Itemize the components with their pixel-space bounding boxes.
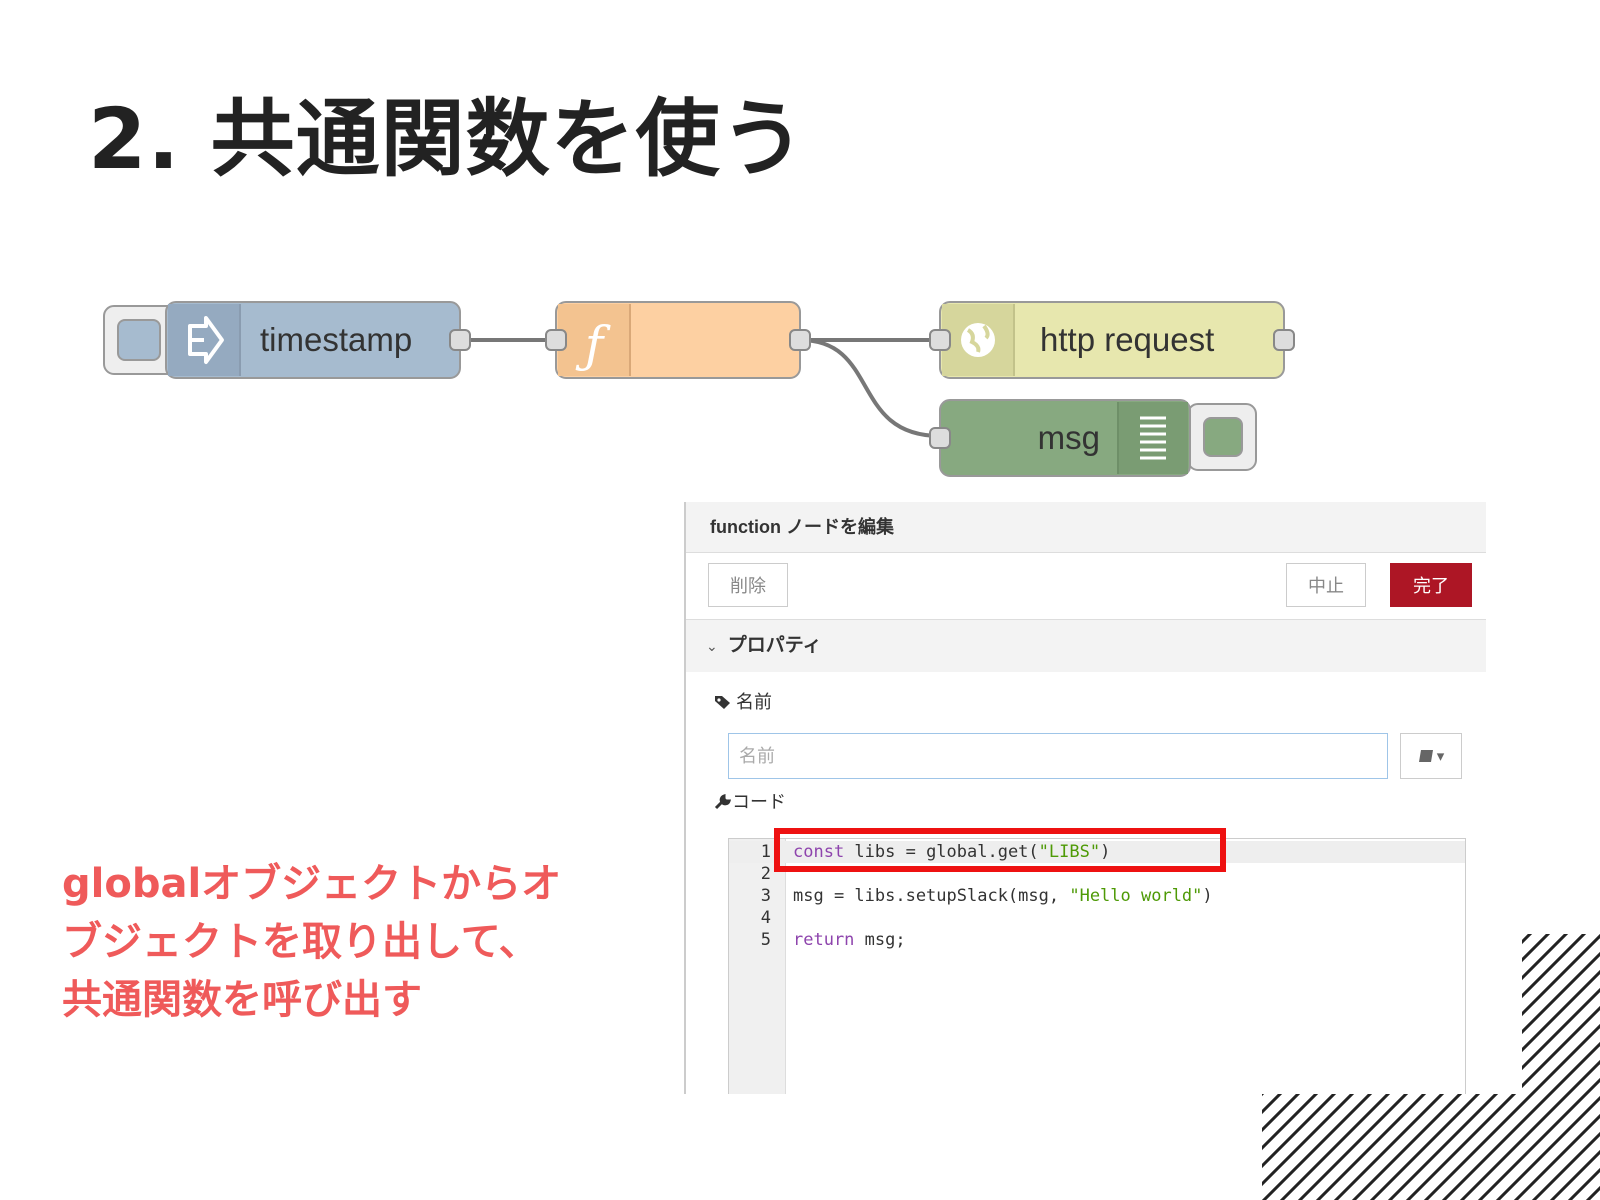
line-number: 1 [760, 842, 771, 862]
code-text: msg; [854, 930, 906, 950]
function-node[interactable]: ƒ [545, 301, 811, 379]
chevron-down-icon: ⌄ [706, 638, 718, 654]
line-number: 5 [760, 930, 771, 950]
code-string: "Hello world" [1069, 886, 1203, 906]
http-node-label: http request [1040, 321, 1214, 358]
caret-down-icon: ▾ [1436, 748, 1445, 765]
code-line[interactable]: 5 return msg; [729, 929, 1465, 951]
annotation-line: globalオブジェクトからオ [62, 861, 562, 907]
line-number: 3 [760, 886, 771, 906]
code-line[interactable]: 3 msg = libs.setupSlack(msg, "Hello worl… [729, 885, 1465, 907]
function-output-port[interactable] [789, 329, 811, 351]
code-label-text: コード [732, 792, 786, 812]
function-node-editor: function ノードを編集 削除 中止 完了 ⌄ プロパティ 名前 名前 ▾ … [684, 502, 1486, 1094]
code-label: コード [714, 788, 786, 814]
properties-section-header[interactable]: ⌄ プロパティ [686, 620, 1486, 672]
function-input-port[interactable] [545, 329, 567, 351]
code-editor[interactable]: 1 const libs = global.get("LIBS") 2 3 ms… [728, 838, 1466, 1094]
editor-button-row: 削除 中止 完了 [686, 553, 1486, 620]
inject-node[interactable]: timestamp [103, 301, 471, 379]
http-request-node[interactable]: http request [929, 301, 1295, 379]
annotation-text: globalオブジェクトからオ ブジェクトを取り出して、 共通関数を呼び出す [62, 855, 682, 1029]
properties-section-title: プロパティ [727, 635, 822, 656]
debug-input-port[interactable] [929, 427, 951, 449]
code-line[interactable]: 4 [729, 907, 1465, 929]
book-icon [1418, 750, 1433, 762]
wrench-icon [714, 793, 732, 810]
name-input[interactable]: 名前 [728, 733, 1388, 779]
code-highlight-box [774, 828, 1226, 872]
name-label: 名前 [714, 688, 772, 714]
line-number: 2 [760, 864, 771, 884]
editor-header: function ノードを編集 [686, 502, 1486, 553]
http-input-port[interactable] [929, 329, 951, 351]
done-button[interactable]: 完了 [1390, 563, 1472, 607]
globe-icon [961, 323, 995, 357]
delete-button[interactable]: 削除 [708, 563, 788, 607]
inject-node-label: timestamp [260, 321, 412, 358]
line-number: 4 [760, 908, 771, 928]
code-text: msg = libs.setupSlack(msg, [793, 886, 1070, 906]
wire-function-debug [799, 338, 941, 438]
debug-node-label: msg [1038, 419, 1100, 456]
name-options-button[interactable]: ▾ [1400, 733, 1462, 779]
code-text: ) [1202, 886, 1213, 906]
annotation-line: ブジェクトを取り出して、 [62, 919, 539, 965]
inject-output-port[interactable] [449, 329, 471, 351]
debug-node[interactable]: msg [929, 399, 1257, 477]
code-keyword: return [793, 930, 855, 950]
name-label-text: 名前 [736, 692, 772, 712]
tag-icon [715, 696, 730, 709]
cancel-button[interactable]: 中止 [1286, 563, 1366, 607]
http-output-port[interactable] [1273, 329, 1295, 351]
annotation-line: 共通関数を呼び出す [62, 977, 422, 1023]
flow-canvas: timestamp ƒ http request msg [103, 301, 1295, 477]
